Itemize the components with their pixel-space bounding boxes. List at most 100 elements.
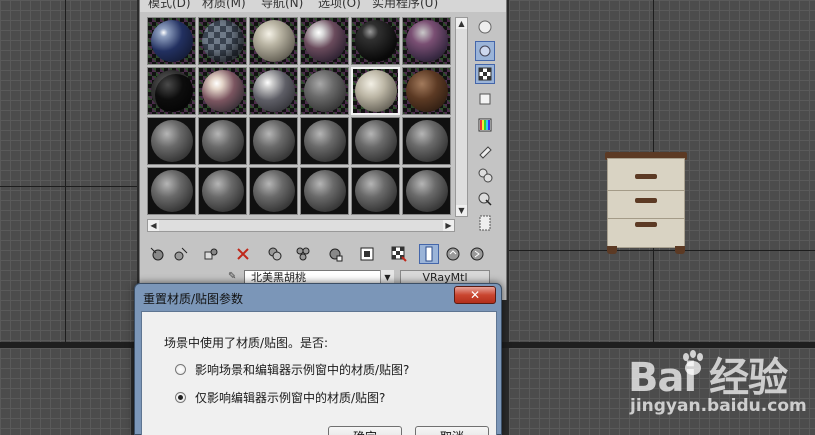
radio-button-checked[interactable] xyxy=(175,391,186,403)
sample-slot[interactable] xyxy=(147,17,196,65)
make-unique-icon[interactable] xyxy=(293,244,313,264)
material-sphere xyxy=(201,170,244,212)
backlight-icon xyxy=(479,45,491,57)
show-map-in-viewport-icon[interactable] xyxy=(389,244,409,264)
background-toggle-icon[interactable] xyxy=(475,64,495,84)
scroll-right-arrow-icon[interactable]: ▶ xyxy=(443,220,454,231)
scroll-left-arrow-icon[interactable]: ◀ xyxy=(148,220,159,231)
material-editor-toolbar xyxy=(147,244,492,266)
radio-affect-scene-and-editor[interactable]: 影响场景和编辑器示例窗中的材质/贴图? xyxy=(175,361,409,377)
sample-slot[interactable] xyxy=(351,167,400,215)
scroll-up-arrow-icon[interactable]: ▲ xyxy=(456,18,467,29)
sample-slot[interactable] xyxy=(147,117,196,165)
material-editor-window: 模式(D) 材质(M) 导航(N) 选项(O) 实用程序(U) ▲ ▼ ◀ ▶ … xyxy=(139,0,507,300)
sample-slot[interactable] xyxy=(147,167,196,215)
sample-slot[interactable] xyxy=(249,17,298,65)
sample-options-toolbar xyxy=(475,17,499,237)
select-by-material-icon[interactable] xyxy=(475,189,495,209)
material-sphere xyxy=(405,170,448,212)
viewport-axis-line xyxy=(0,186,137,187)
radio-label: 仅影响编辑器示例窗中的材质/贴图? xyxy=(195,390,386,405)
sample-slot[interactable] xyxy=(300,167,349,215)
get-material-icon[interactable] xyxy=(147,244,167,264)
viewport-bottom-left[interactable] xyxy=(0,348,131,435)
put-to-scene-glyph xyxy=(174,247,188,261)
sample-slot[interactable] xyxy=(249,117,298,165)
dialog-question: 场景中使用了材质/贴图。是否: xyxy=(164,336,329,350)
material-sphere xyxy=(201,120,244,162)
material-sphere xyxy=(150,20,193,62)
end-result-icon xyxy=(425,246,433,262)
options-icon[interactable] xyxy=(475,165,495,185)
dialog-titlebar[interactable]: 重置材质/贴图参数 ✕ xyxy=(135,284,501,310)
sample-slot[interactable] xyxy=(300,117,349,165)
sample-uv-tiling-icon[interactable] xyxy=(475,89,495,109)
material-sphere xyxy=(405,120,448,162)
go-forward-to-sibling-icon[interactable] xyxy=(467,244,487,264)
drawer-handle xyxy=(635,174,657,179)
assign-icon xyxy=(204,248,218,260)
sample-slot[interactable] xyxy=(198,17,247,65)
viewport-top-left[interactable] xyxy=(0,0,137,342)
sample-slot[interactable] xyxy=(147,67,196,115)
assign-to-selection-icon[interactable] xyxy=(201,244,221,264)
menu-material[interactable]: 材质(M) xyxy=(202,0,246,11)
close-button[interactable]: ✕ xyxy=(454,286,496,304)
sample-slot[interactable] xyxy=(198,117,247,165)
material-effects-channel-icon[interactable] xyxy=(357,244,377,264)
backlight-toggle-icon[interactable] xyxy=(475,41,495,61)
dialog-title: 重置材质/贴图参数 xyxy=(143,292,244,306)
menu-mode[interactable]: 模式(D) xyxy=(148,0,191,11)
menu-options[interactable]: 选项(O) xyxy=(318,0,361,11)
material-sphere xyxy=(303,20,346,62)
sample-type-icon[interactable] xyxy=(475,17,495,37)
reset-material-icon[interactable] xyxy=(233,244,253,264)
sample-slot-active[interactable] xyxy=(351,67,400,115)
sample-slot[interactable] xyxy=(300,17,349,65)
video-color-check-icon[interactable] xyxy=(475,115,495,135)
material-sample-slots xyxy=(147,17,455,217)
paw-icon xyxy=(683,350,703,375)
make-copy-icon[interactable] xyxy=(265,244,285,264)
menu-navigation[interactable]: 导航(N) xyxy=(261,0,303,11)
close-icon xyxy=(237,248,249,260)
navigator-icon xyxy=(479,215,491,231)
cabinet-model[interactable] xyxy=(605,152,687,254)
eyedropper-icon[interactable]: ✎ xyxy=(228,272,238,282)
material-sphere xyxy=(252,70,295,112)
sample-slot[interactable] xyxy=(198,167,247,215)
color-check-icon xyxy=(478,118,492,132)
go-to-parent-icon[interactable] xyxy=(443,244,463,264)
cancel-button[interactable]: 取消 xyxy=(415,426,489,435)
sample-slot[interactable] xyxy=(249,67,298,115)
sample-slot[interactable] xyxy=(402,167,451,215)
ok-button[interactable]: 确定 xyxy=(328,426,402,435)
radio-affect-editor-only[interactable]: 仅影响编辑器示例窗中的材质/贴图? xyxy=(175,389,385,405)
sample-slot[interactable] xyxy=(402,117,451,165)
cabinet-body xyxy=(607,158,685,248)
cabinet-leg xyxy=(607,246,617,254)
sample-slot[interactable] xyxy=(300,67,349,115)
sample-slot[interactable] xyxy=(351,117,400,165)
slots-vertical-scrollbar[interactable]: ▲ ▼ xyxy=(455,17,468,217)
menu-utilities[interactable]: 实用程序(U) xyxy=(372,0,438,11)
sample-slot[interactable] xyxy=(402,17,451,65)
sample-slot[interactable] xyxy=(249,167,298,215)
sample-slot[interactable] xyxy=(198,67,247,115)
drawer-divider xyxy=(607,218,685,219)
sample-slot[interactable] xyxy=(351,17,400,65)
make-preview-icon[interactable] xyxy=(475,141,495,161)
get-material-icon-glyph xyxy=(150,247,164,261)
scroll-down-arrow-icon[interactable]: ▼ xyxy=(456,205,467,216)
baidu-watermark: Bai 经验 jingyan.baidu.com xyxy=(628,345,813,425)
show-end-result-icon[interactable] xyxy=(419,244,439,264)
checker-background-icon xyxy=(478,67,492,81)
unique-icon xyxy=(296,247,310,261)
slots-horizontal-scrollbar[interactable]: ◀ ▶ xyxy=(147,219,455,232)
material-navigator-icon[interactable] xyxy=(475,213,495,233)
sample-slot[interactable] xyxy=(402,67,451,115)
put-to-library-icon[interactable] xyxy=(325,244,345,264)
cabinet-leg xyxy=(675,246,685,254)
put-to-scene-icon[interactable] xyxy=(171,244,191,264)
radio-button[interactable] xyxy=(175,363,186,375)
